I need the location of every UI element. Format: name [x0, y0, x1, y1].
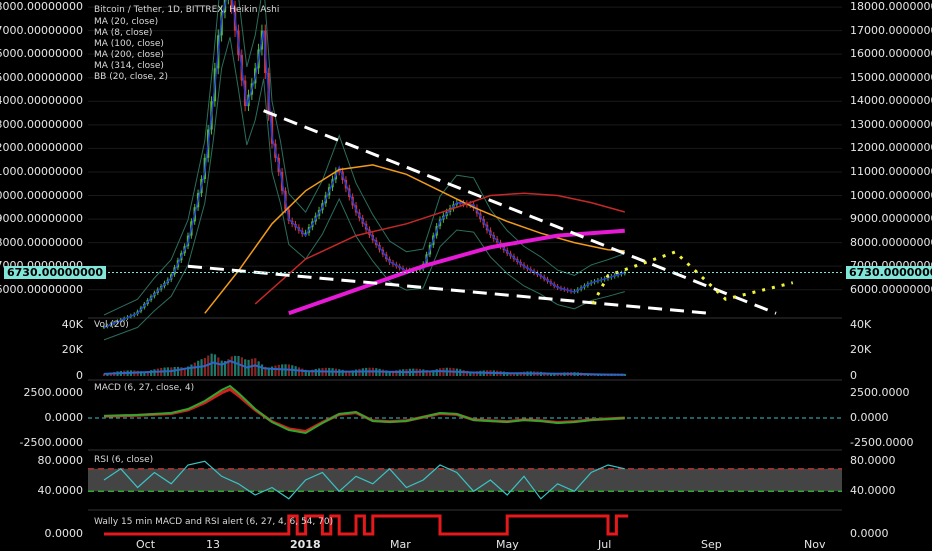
legend-ma-200: MA (200, close)	[94, 50, 164, 60]
projection-line	[591, 250, 794, 305]
volume-bar	[381, 369, 385, 376]
price-tick-right: 6000.00000000	[850, 282, 932, 296]
bb-lower	[103, 37, 625, 341]
volume-tick-left: 20K	[61, 343, 83, 357]
volume-bar	[257, 361, 260, 376]
x-tick-label-3: Mar	[390, 538, 411, 551]
rsi-tick-right: 40.0000	[850, 484, 896, 498]
legend-bb: BB (20, close, 2)	[94, 72, 169, 82]
price-tick-left: 13000.00000000	[0, 117, 83, 131]
price-tick-left: 12000.00000000	[0, 141, 83, 155]
ma-line-0	[204, 164, 625, 314]
x-tick-label-4: May	[496, 538, 519, 551]
volume-tick-right: 20K	[850, 343, 872, 357]
macd-tick-right: -2500.0000	[850, 436, 914, 449]
price-tick-left: 16000.00000000	[0, 47, 83, 61]
volume-label: Vol (20)	[94, 320, 129, 330]
volume-bar	[260, 364, 264, 376]
volume-tick-right: 0	[850, 369, 857, 382]
volume-bar	[314, 368, 317, 376]
volume-bar	[176, 366, 180, 376]
volume-tick-left: 0	[76, 369, 83, 382]
macd-tick-left: 0.0000	[44, 411, 84, 424]
volume-bar	[277, 364, 280, 376]
volume-bar	[210, 353, 213, 376]
volume-bar	[193, 362, 196, 376]
price-tick-right: 12000.00000000	[850, 141, 932, 155]
rsi-label: RSI (6, close)	[94, 455, 154, 465]
macd-line	[103, 384, 625, 435]
price-tick-left: 17000.00000000	[0, 23, 83, 37]
price-tick-left: 9000.00000000	[0, 212, 83, 226]
current-price-badge-left: 6730.00000000	[4, 265, 107, 279]
macd-tick-right: 2500.0000	[850, 386, 910, 399]
volume-bar	[230, 356, 233, 376]
legend-ma-314: MA (314, close)	[94, 61, 164, 71]
macd-tick-left: 2500.0000	[23, 386, 84, 399]
x-tick-label-7: Nov	[804, 538, 826, 551]
x-tick-label-1: 13	[206, 538, 220, 551]
price-tick-left: 14000.00000000	[0, 94, 83, 108]
volume-bar	[220, 360, 223, 376]
x-tick-label-0: Oct	[136, 538, 156, 551]
price-chart[interactable]	[0, 0, 932, 550]
macd-tick-left: -2500.0000	[19, 436, 83, 449]
volume-bar	[217, 357, 220, 376]
volume-bar	[297, 367, 301, 376]
current-price-badge-right: 6730.00000000	[846, 265, 932, 279]
price-tick-right: 10000.00000000	[850, 188, 932, 202]
macd-tick-right: 0.0000	[850, 411, 889, 424]
price-tick-right: 13000.00000000	[850, 117, 932, 131]
volume-bar	[234, 355, 237, 376]
ma-20-line	[103, 0, 626, 329]
price-tick-right: 15000.00000000	[850, 70, 932, 84]
price-tick-left: 18000.00000000	[0, 0, 83, 14]
price-tick-right: 14000.00000000	[850, 94, 932, 108]
rsi-band	[88, 468, 842, 492]
price-tick-right: 9000.00000000	[850, 212, 932, 226]
x-tick-label-2: 2018	[290, 538, 321, 551]
price-tick-right: 16000.00000000	[850, 47, 932, 61]
price-tick-left: 8000.00000000	[0, 235, 83, 249]
volume-bar	[422, 369, 425, 376]
price-tick-left: 10000.00000000	[0, 188, 83, 202]
price-tick-right: 17000.00000000	[850, 23, 932, 37]
price-tick-right: 18000.00000000	[850, 0, 932, 14]
volume-bar	[190, 364, 193, 376]
volume-bar	[213, 354, 217, 376]
volume-tick-left: 40K	[61, 317, 83, 331]
legend-ma-20: MA (20, close)	[94, 17, 159, 27]
chart-title: Bitcoin / Tether, 1D, BITTREX, Heikin As…	[94, 5, 280, 15]
bb-upper	[103, 0, 625, 316]
price-tick-left: 6000.00000000	[0, 282, 83, 296]
volume-bar	[301, 368, 304, 376]
macd-label: MACD (6, 27, close, 4)	[94, 383, 195, 393]
x-tick-label-6: Sep	[701, 538, 722, 551]
legend-ma-8: MA (8, close)	[94, 28, 153, 38]
price-tick-left: 11000.00000000	[0, 164, 83, 178]
volume-bar	[274, 365, 277, 376]
alert-tick-left: 0.0000	[44, 527, 84, 540]
volume-bar	[355, 369, 358, 376]
rsi-tick-right: 80.0000	[850, 454, 896, 468]
price-tick-right: 8000.00000000	[850, 235, 932, 249]
volume-bar	[254, 358, 257, 376]
price-tick-left: 15000.00000000	[0, 70, 83, 84]
price-tick-right: 11000.00000000	[850, 164, 932, 178]
volume-bar	[237, 355, 240, 376]
alert-label: Wally 15 min MACD and RSI alert (6, 27, …	[94, 517, 334, 527]
volume-tick-right: 40K	[850, 317, 872, 331]
legend-ma-100: MA (100, close)	[94, 39, 164, 49]
rsi-tick-left: 80.0000	[37, 454, 84, 468]
x-tick-label-5: Jul	[598, 538, 612, 551]
ma-line-1	[254, 192, 626, 305]
price-candle	[338, 171, 341, 173]
rsi-tick-left: 40.0000	[37, 484, 84, 498]
alert-tick-right: 0.0000	[850, 527, 889, 540]
volume-bar	[197, 360, 200, 376]
